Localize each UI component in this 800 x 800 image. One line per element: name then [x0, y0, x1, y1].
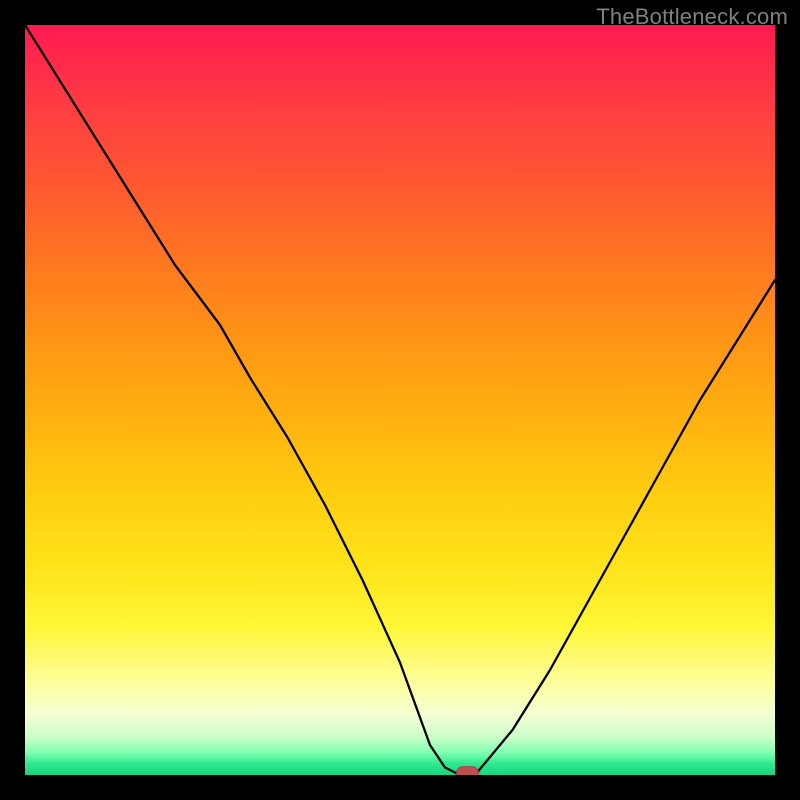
watermark-text: TheBottleneck.com — [596, 4, 788, 30]
plot-area — [25, 25, 775, 775]
optimum-marker — [457, 767, 479, 776]
bottleneck-curve — [25, 25, 775, 775]
chart-container: TheBottleneck.com — [0, 0, 800, 800]
curve-svg — [25, 25, 775, 775]
